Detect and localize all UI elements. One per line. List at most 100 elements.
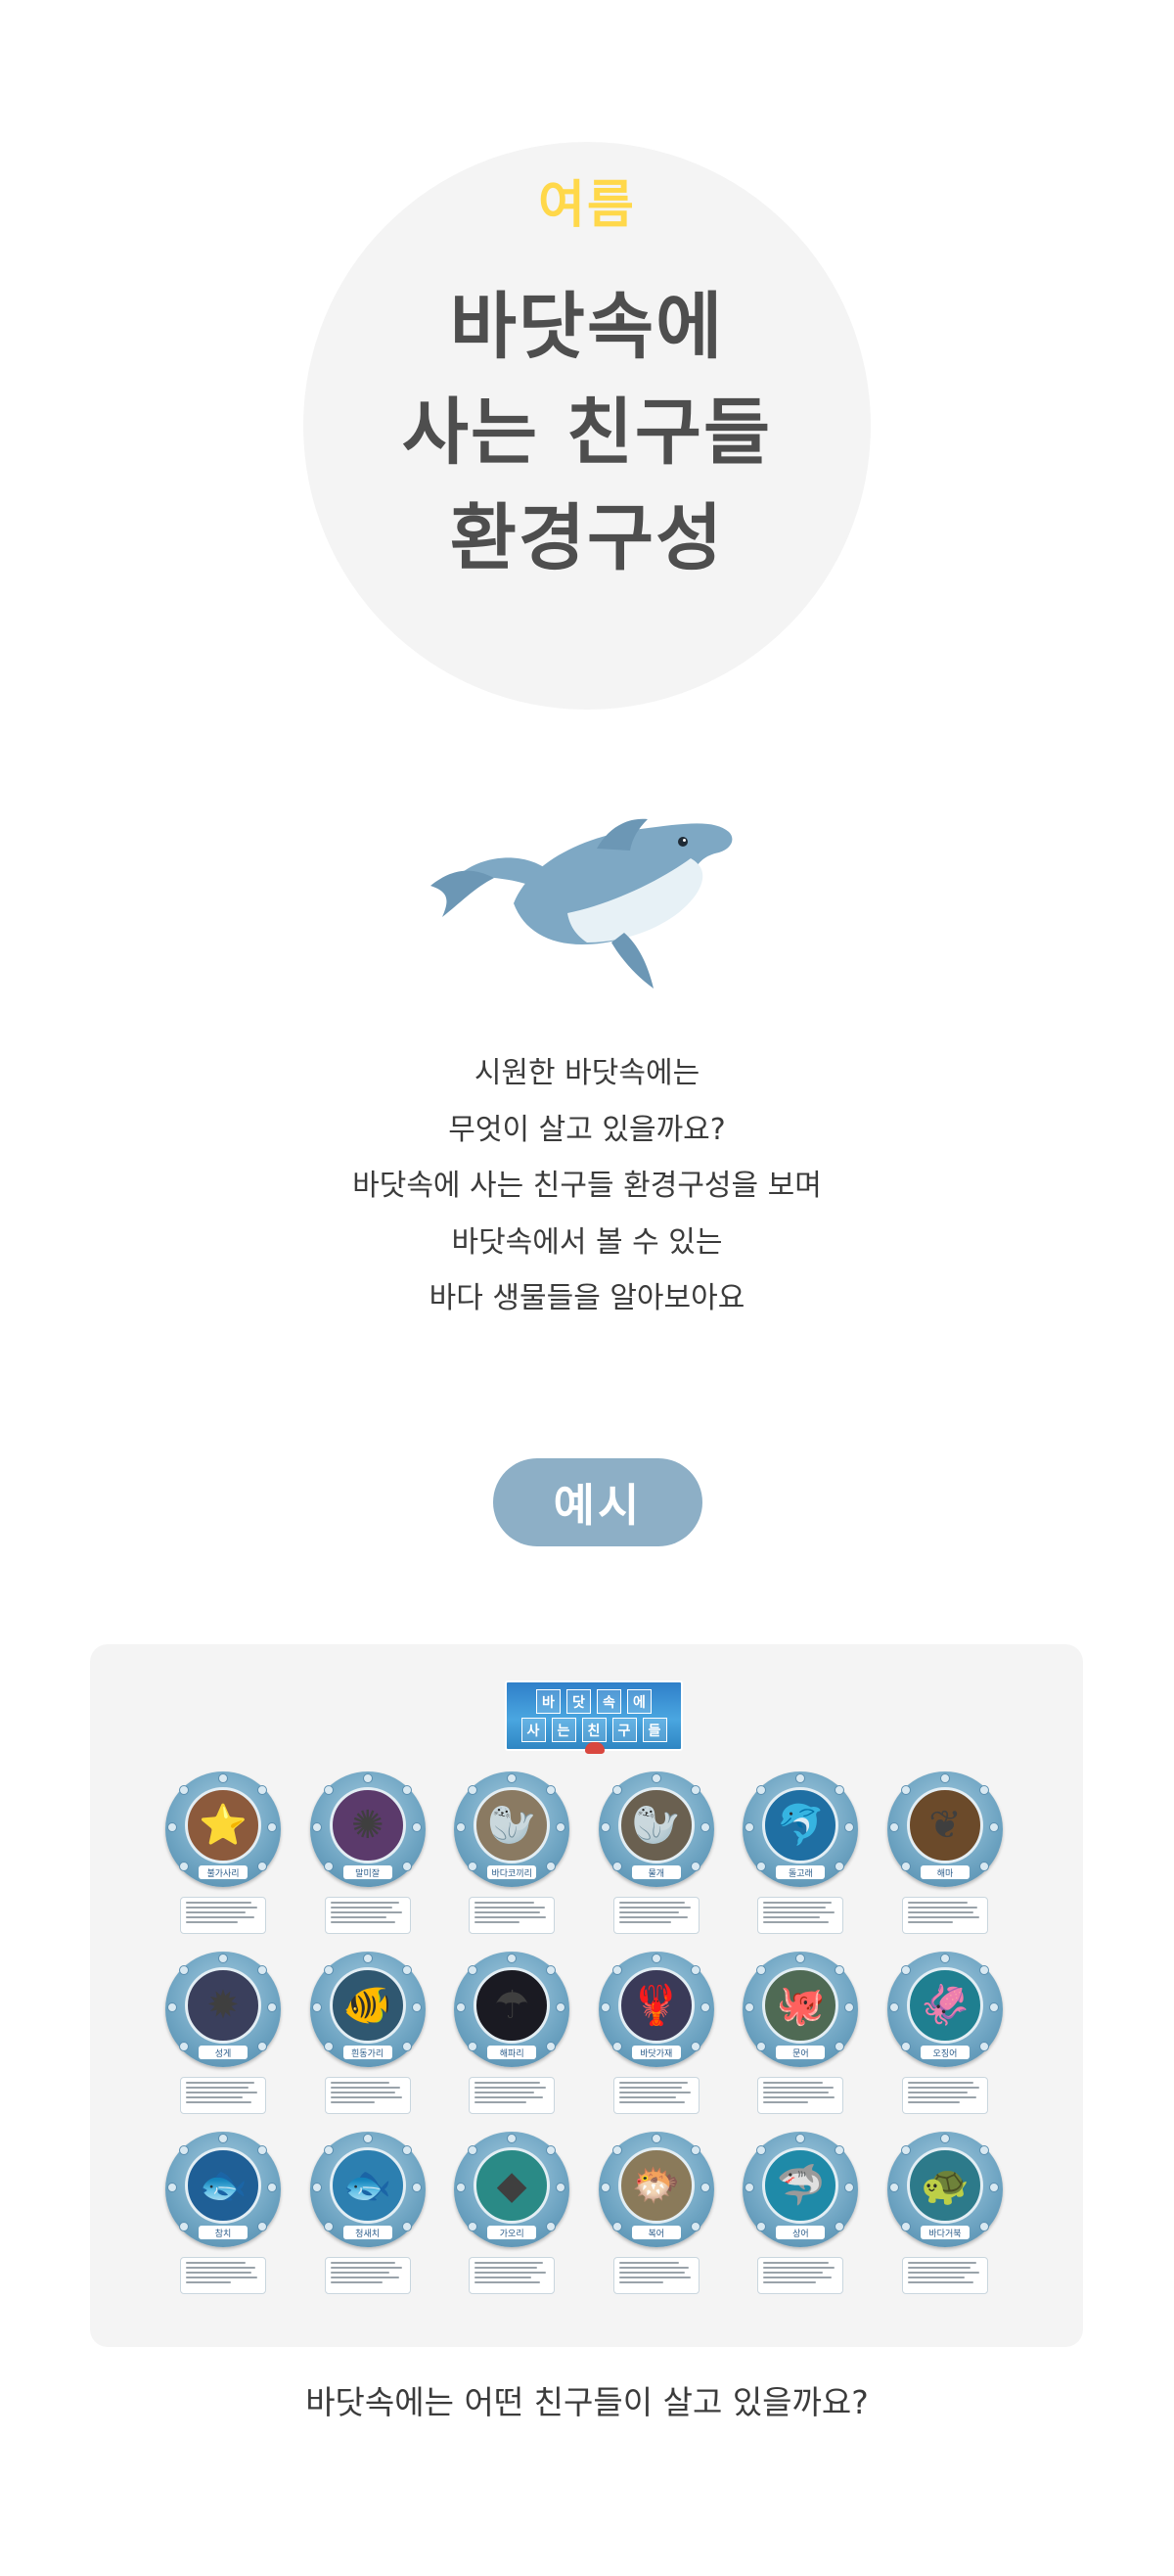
description-text-line	[330, 2262, 396, 2264]
banner-letter: 구	[611, 1718, 637, 1742]
creature-name-label: 복어	[631, 2226, 681, 2239]
bolt-icon	[835, 2145, 845, 2155]
bolt-icon	[323, 1862, 334, 1871]
description-text-line	[907, 2272, 979, 2274]
banner-letter: 들	[642, 1718, 667, 1742]
bolt-icon	[900, 1965, 911, 1975]
description-text-line	[186, 1907, 257, 1909]
creature-description-card	[324, 1897, 411, 1934]
description-text-line	[618, 2267, 690, 2269]
bolt-icon	[468, 2222, 478, 2231]
description-text-line	[474, 1907, 545, 1909]
description-text-line	[763, 2262, 830, 2264]
bolt-icon	[267, 2002, 277, 2012]
bolt-icon	[978, 1862, 989, 1871]
description-text-line	[907, 2087, 979, 2089]
bolt-icon	[988, 2002, 999, 2012]
porthole-window: 🐡	[617, 2147, 695, 2224]
bolt-icon	[218, 1954, 228, 1963]
creature-card: ◆ 가오리	[447, 2132, 576, 2294]
bolt-icon	[456, 1822, 467, 1832]
creature-name-label: 문어	[776, 2046, 826, 2059]
porthole-frame: 🦞 바닷가재	[598, 1952, 714, 2067]
bolt-icon	[988, 1822, 999, 1832]
description-text-line	[474, 1902, 534, 1904]
description-text-line	[763, 2096, 835, 2098]
bolt-icon	[900, 2145, 911, 2155]
bolt-icon	[835, 2042, 845, 2051]
page-title-line: 바닷속에	[449, 285, 725, 369]
description-text-line	[186, 2082, 254, 2084]
creature-description-card	[901, 1897, 988, 1934]
porthole-frame: 🐡 복어	[598, 2132, 714, 2247]
description-text-line	[186, 1916, 254, 1918]
description-text-line	[618, 1921, 671, 1923]
description-text-line	[763, 2277, 833, 2278]
description-text-line	[907, 2082, 973, 2084]
porthole-window: ✹	[185, 1967, 261, 2044]
bolt-icon	[835, 1965, 845, 1975]
description-text-line	[618, 1907, 691, 1909]
bolt-icon	[556, 2002, 566, 2012]
description-text-line	[907, 1907, 978, 1909]
bolt-icon	[401, 2145, 412, 2155]
description-text-line	[907, 2267, 971, 2269]
description-text-line	[474, 2096, 544, 2098]
creature-name-label: 해파리	[487, 2046, 537, 2059]
description-text-line	[763, 1902, 833, 1904]
bolt-icon	[311, 2183, 322, 2192]
card-row: 🐟 참치 🐟 청새치 ◆ 가오리 🐡 복어 🦈 상어 🐢 바다거북	[158, 2132, 1010, 2294]
description-text-line	[186, 2281, 231, 2283]
description-text-line	[618, 1911, 679, 1913]
card-row: ⭐ 불가사리 ✺ 말미잘 🦭 바다코끼리 🦭 물개 🐬 돌고래 ❦ 해마	[158, 1771, 1010, 1934]
bolt-icon	[611, 2042, 622, 2051]
example-preview-panel: 바닷속에 사는친구들 ⭐ 불가사리 ✺ 말미잘 🦭 바다코끼리 🦭 물개 🐬 돌고래 ❦ 해마 ✹ 성게 🐠…	[90, 1644, 1083, 2347]
bolt-icon	[179, 2042, 189, 2051]
bolt-icon	[411, 2183, 422, 2192]
bolt-icon	[939, 2134, 950, 2143]
description-text-line	[474, 2281, 541, 2283]
description-text-line	[474, 2272, 547, 2274]
bolt-icon	[600, 2002, 610, 2012]
creature-card: ❦ 해마	[880, 1771, 1010, 1934]
description-text-line	[763, 2092, 830, 2093]
description-text-line	[330, 2277, 399, 2278]
sea-creature-grid: ⭐ 불가사리 ✺ 말미잘 🦭 바다코끼리 🦭 물개 🐬 돌고래 ❦ 해마 ✹ 성게 🐠 흰동가리 ☂ 해파리 🦞 바닷…	[158, 1771, 1010, 2312]
creature-card: 🦑 오징어	[880, 1952, 1010, 2114]
description-text-line	[618, 1916, 688, 1918]
bolt-icon	[323, 2222, 334, 2231]
bolt-icon	[690, 1862, 700, 1871]
porthole-window: 🐠	[329, 1967, 406, 2044]
bolt-icon	[690, 2042, 700, 2051]
porthole-window: 🐟	[329, 2147, 406, 2224]
creature-card: 🦭 물개	[592, 1771, 721, 1934]
description-text-line	[186, 2087, 248, 2089]
lobster-icon: 🦞	[631, 1983, 681, 2028]
description-text-line	[474, 2262, 544, 2264]
clownfish-icon: 🐠	[342, 1983, 392, 2028]
description-text-line	[330, 2281, 383, 2283]
pufferfish-icon: 🐡	[631, 2163, 681, 2208]
description-text-line	[907, 2092, 968, 2093]
description-text-line	[330, 1902, 399, 1904]
description-text-line	[330, 1916, 387, 1918]
bolt-icon	[651, 1954, 661, 1963]
bolt-icon	[323, 2145, 334, 2155]
bolt-icon	[835, 2222, 845, 2231]
bolt-icon	[546, 2222, 557, 2231]
description-text-line	[330, 1907, 393, 1909]
description-text-line	[186, 1911, 246, 1913]
sea-turtle-icon: 🐢	[921, 2163, 970, 2208]
creature-description-card	[180, 2257, 266, 2294]
bolt-icon	[323, 1965, 334, 1975]
bolt-icon	[978, 1785, 989, 1795]
bolt-icon	[611, 2145, 622, 2155]
porthole-frame: ✹ 성게	[165, 1952, 281, 2067]
porthole-frame: ◆ 가오리	[454, 2132, 570, 2247]
bolt-icon	[844, 2183, 855, 2192]
bolt-icon	[756, 1785, 767, 1795]
bolt-icon	[311, 1822, 322, 1832]
intro-line: 시원한 바닷속에는	[474, 1056, 700, 1090]
bolt-icon	[257, 2222, 267, 2231]
bolt-icon	[468, 1785, 478, 1795]
